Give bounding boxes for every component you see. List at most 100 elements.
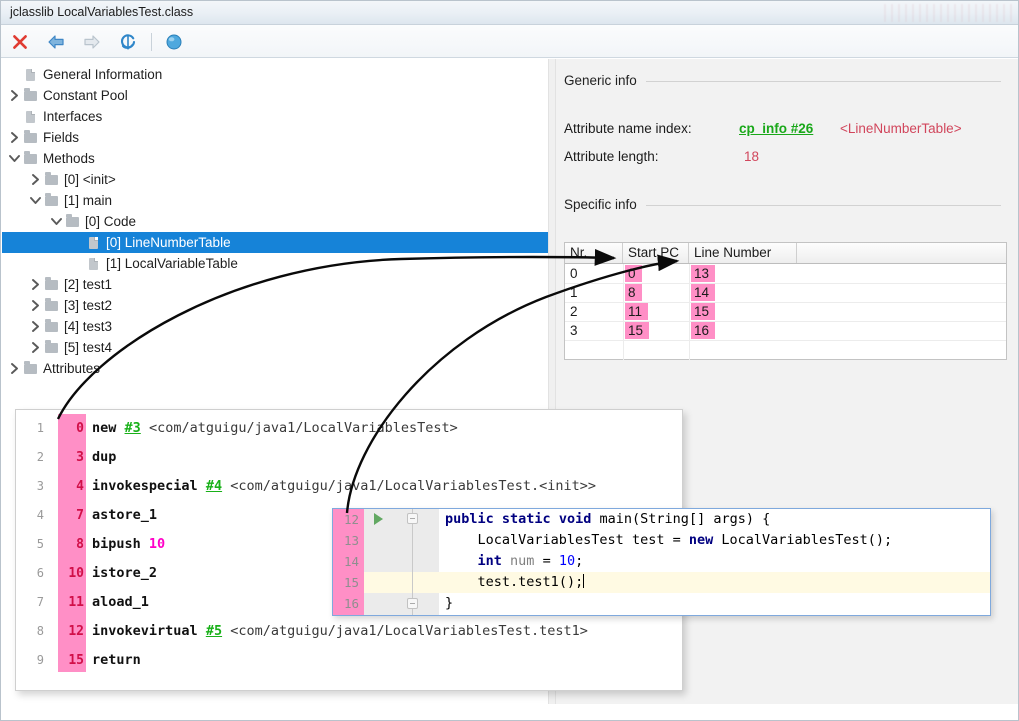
bytecode-opcode: new (92, 420, 117, 436)
source-code-editor: 12 public static void main(String[] args)… (332, 508, 991, 616)
text-caret (583, 574, 585, 588)
table-column-header[interactable]: Start PC (623, 243, 689, 263)
specific-info-rule (646, 205, 1001, 206)
bytecode-instruction: bipush 10 (92, 530, 165, 559)
editor-line-text: LocalVariablesTest test = new LocalVaria… (477, 532, 893, 548)
bytecode-line-number: 3 (36, 479, 44, 493)
bytecode-line[interactable]: 9 15 return (16, 646, 676, 675)
tree-item[interactable]: Attributes (2, 358, 548, 379)
table-row[interactable]: 1 8 14 (565, 283, 1006, 302)
attribute-name-index-resolved: <LineNumberTable> (840, 121, 962, 136)
constant-pool-ref[interactable]: #5 (206, 623, 222, 639)
tree-item[interactable]: [1] LocalVariableTable (2, 253, 548, 274)
tree-item[interactable]: [1] main (2, 190, 548, 211)
chevron-right-icon[interactable] (6, 90, 22, 101)
bytecode-opcode: astore_1 (92, 507, 158, 523)
tree-item-label: [1] main (64, 193, 113, 208)
tree-item[interactable]: Methods (2, 148, 548, 169)
table-row[interactable]: 0 0 13 (565, 264, 1006, 283)
tree-item[interactable]: General Information (2, 64, 548, 85)
highlighted-value: 15 (691, 303, 716, 320)
attribute-name-index-label: Attribute name index: (564, 121, 692, 136)
tree-item[interactable]: Constant Pool (2, 85, 548, 106)
bytecode-line[interactable]: 2 3 dup (16, 443, 676, 472)
chevron-down-icon[interactable] (27, 196, 43, 205)
bytecode-line[interactable]: 3 4 invokespecial #4 <com/atguigu/java1/Lo… (16, 472, 676, 501)
attribute-name-index-value[interactable]: cp_info #26 (739, 121, 813, 136)
bytecode-line-number: 6 (36, 566, 44, 580)
table-row[interactable]: 2 11 15 (565, 302, 1006, 321)
bytecode-instruction: astore_1 (92, 501, 157, 530)
highlighted-value: 8 (625, 284, 642, 301)
bytecode-offset: 7 (76, 508, 84, 523)
table-column-header[interactable]: Nr. (565, 243, 623, 263)
bytecode-line-number: 1 (36, 421, 44, 435)
editor-line[interactable]: 12 public static void main(String[] args)… (333, 509, 990, 530)
highlighted-value: 0 (625, 265, 642, 282)
browse-icon[interactable] (161, 30, 187, 54)
chevron-right-icon[interactable] (27, 300, 43, 311)
tree-item-label: [2] test1 (64, 277, 113, 292)
bytecode-opcode: return (92, 652, 141, 668)
bytecode-instruction: return (92, 646, 141, 675)
chevron-down-icon[interactable] (48, 217, 64, 226)
toolbar-separator (151, 33, 152, 51)
highlighted-value: 14 (691, 284, 716, 301)
bytecode-instruction: new #3 <com/atguigu/java1/LocalVariables… (92, 414, 458, 443)
table-cell-nr: 2 (570, 304, 578, 319)
bytecode-instruction: invokespecial #4 <com/atguigu/java1/Loca… (92, 472, 596, 501)
bytecode-line[interactable]: 8 12 invokevirtual #5 <com/atguigu/java1/L… (16, 617, 676, 646)
tree-item[interactable]: [2] test1 (2, 274, 548, 295)
editor-line-text: int num = 10; (477, 553, 584, 569)
tree-item[interactable]: Fields (2, 127, 548, 148)
table-column-header[interactable]: Line Number (689, 243, 797, 263)
generic-info-title: Generic info (564, 73, 637, 88)
chevron-right-icon[interactable] (6, 132, 22, 143)
tree-item[interactable]: [5] test4 (2, 337, 548, 358)
editor-line[interactable]: 15 test.test1(); (333, 572, 990, 593)
table-cell-nr: 3 (570, 323, 578, 338)
tree-item[interactable]: [3] test2 (2, 295, 548, 316)
tree-item[interactable]: [0] Code (2, 211, 548, 232)
constant-pool-ref[interactable]: #3 (125, 420, 141, 436)
chevron-right-icon[interactable] (27, 174, 43, 185)
highlighted-value: 11 (625, 303, 649, 320)
tree-item[interactable]: [0] <init> (2, 169, 548, 190)
bytecode-line-number: 4 (36, 508, 44, 522)
tree-item-label: [0] Code (85, 214, 137, 229)
editor-line[interactable]: 16} (333, 593, 990, 614)
bytecode-line-number: 7 (36, 595, 44, 609)
bytecode-opcode: istore_2 (92, 565, 158, 581)
bytecode-offset: 15 (68, 653, 84, 668)
file-icon (85, 236, 102, 249)
specific-info-title: Specific info (564, 197, 637, 212)
highlighted-value: 15 (625, 322, 650, 339)
bytecode-line-number: 2 (36, 450, 44, 464)
chevron-down-icon[interactable] (6, 154, 22, 163)
bytecode-instruction: istore_2 (92, 559, 157, 588)
editor-line-number: 15 (343, 575, 359, 590)
folder-icon (22, 360, 39, 374)
chevron-right-icon[interactable] (27, 279, 43, 290)
attribute-length-value: 18 (744, 149, 760, 164)
bytecode-line[interactable]: 1 0 new #3 <com/atguigu/java1/LocalVariabl… (16, 414, 676, 443)
tree-item[interactable]: [0] LineNumberTable (2, 232, 548, 253)
folder-icon (22, 87, 39, 101)
table-cell-nr: 0 (570, 266, 578, 281)
chevron-right-icon[interactable] (27, 321, 43, 332)
tree-item[interactable]: Interfaces (2, 106, 548, 127)
tree-item[interactable]: [4] test3 (2, 316, 548, 337)
editor-line[interactable]: 14 int num = 10; (333, 551, 990, 572)
editor-line-text: } (445, 595, 454, 611)
chevron-right-icon[interactable] (6, 363, 22, 374)
title-bar: jclasslib LocalVariablesTest.class (1, 1, 1018, 25)
editor-line[interactable]: 13 LocalVariablesTest test = new LocalVa… (333, 530, 990, 551)
table-row[interactable]: 3 15 16 (565, 321, 1006, 340)
chevron-right-icon[interactable] (27, 342, 43, 353)
bytecode-offset: 12 (68, 624, 84, 639)
reload-icon[interactable] (115, 30, 141, 54)
back-icon[interactable] (43, 30, 69, 54)
close-icon[interactable] (7, 30, 33, 54)
bytecode-instruction: aload_1 (92, 588, 149, 617)
constant-pool-ref[interactable]: #4 (206, 478, 222, 494)
